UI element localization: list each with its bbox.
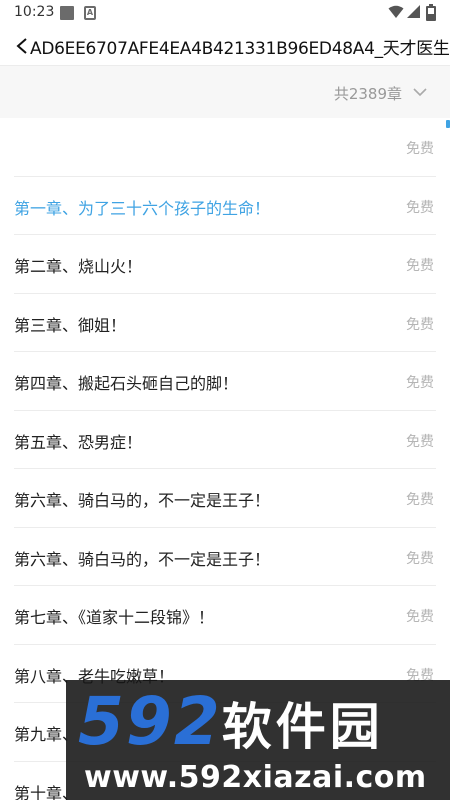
free-badge: 免费 bbox=[406, 609, 434, 625]
free-badge: 免费 bbox=[406, 316, 434, 333]
chapter-row[interactable]: 第二章、烧山火！ 免费 bbox=[14, 235, 436, 294]
free-badge: 免费 bbox=[406, 375, 434, 391]
free-badge: 免费 bbox=[406, 258, 434, 274]
chapter-row[interactable]: 第一章、为了三十六个孩子的生命！ 免费 bbox=[14, 177, 436, 235]
notification-square-icon bbox=[60, 6, 74, 20]
chapter-row[interactable]: 第五章、恐男症！ 免费 bbox=[14, 411, 436, 469]
chapter-title: 第五章、恐男症！ bbox=[14, 432, 143, 452]
chapter-count-bar[interactable]: 共2389章 bbox=[0, 66, 450, 118]
status-bar: 10:23 A bbox=[0, 0, 450, 26]
chapter-title: 第一章、为了三十六个孩子的生命！ bbox=[14, 198, 271, 218]
chapter-title: 第三章、御姐！ bbox=[14, 315, 127, 335]
chapter-row[interactable]: 免费 bbox=[14, 118, 436, 177]
free-badge: 免费 bbox=[406, 550, 434, 567]
chapter-count: 共2389章 bbox=[333, 85, 402, 103]
watermark-logo: 592软件园 bbox=[78, 686, 384, 763]
title-bar: AD6EE6707AFE4EA4B421331B96ED48A4_天才医生 bbox=[0, 26, 450, 66]
chapter-row[interactable]: 第六章、骑白马的，不一定是王子！ 免费 bbox=[14, 469, 436, 528]
notification-a-icon: A bbox=[84, 6, 96, 20]
chapter-title: 第二章、烧山火！ bbox=[14, 257, 143, 276]
battery-icon bbox=[426, 4, 436, 21]
free-badge: 免费 bbox=[406, 433, 434, 450]
watermark-overlay: 592软件园 www.592xiazai.com bbox=[66, 680, 450, 800]
chapter-row[interactable]: 第三章、御姐！ 免费 bbox=[14, 294, 436, 352]
chapter-row[interactable]: 第七章、《道家十二段锦》！ 免费 bbox=[14, 586, 436, 645]
free-badge: 免费 bbox=[406, 199, 434, 216]
watermark-logo-cn: 软件园 bbox=[221, 698, 384, 756]
back-arrow-icon[interactable] bbox=[14, 36, 30, 56]
wifi-icon bbox=[388, 5, 404, 18]
status-time: 10:23 bbox=[14, 4, 55, 20]
scrollbar-thumb[interactable] bbox=[446, 120, 450, 128]
chapter-row[interactable]: 第四章、搬起石头砸自己的脚！ 免费 bbox=[14, 352, 436, 411]
free-badge: 免费 bbox=[406, 492, 434, 508]
watermark-url: www.592xiazai.com bbox=[84, 760, 427, 795]
chapter-title: 第七章、《道家十二段锦》！ bbox=[14, 608, 215, 627]
watermark-logo-number: 592 bbox=[78, 683, 222, 760]
chapter-title: 第六章、骑白马的，不一定是王子！ bbox=[14, 549, 271, 569]
chevron-down-icon[interactable] bbox=[412, 84, 428, 100]
free-badge: 免费 bbox=[406, 141, 434, 157]
signal-icon bbox=[407, 5, 420, 18]
page-title: AD6EE6707AFE4EA4B421331B96ED48A4_天才医生 bbox=[30, 39, 450, 59]
chapter-row[interactable]: 第六章、骑白马的，不一定是王子！ 免费 bbox=[14, 528, 436, 586]
chapter-title: 第四章、搬起石头砸自己的脚！ bbox=[14, 374, 239, 393]
chapter-title: 第六章、骑白马的，不一定是王子！ bbox=[14, 491, 271, 510]
